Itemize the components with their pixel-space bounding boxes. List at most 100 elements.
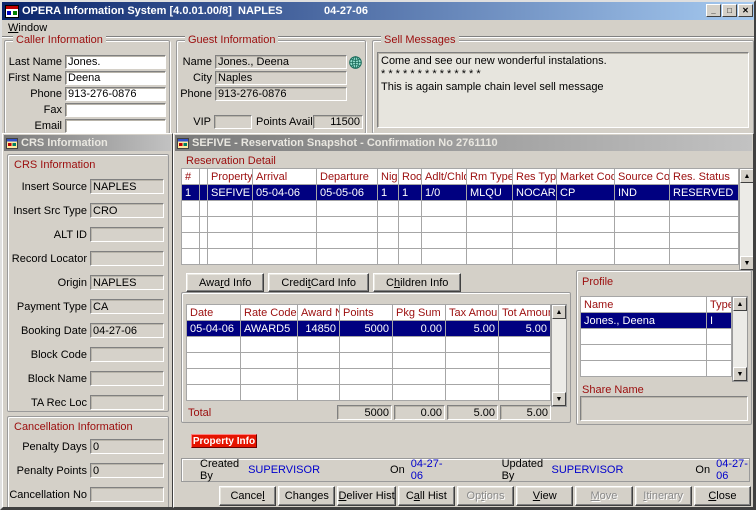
column-header: Adlt/Chld	[422, 169, 467, 185]
options-button: Options	[457, 486, 514, 506]
scroll-up-icon[interactable]: ▲	[740, 169, 754, 183]
reservation-row-selected[interactable]: 1 SEFIVE 05-04-06 05-05-06 1 1 1/0 MLQU …	[182, 185, 739, 201]
close-icon[interactable]: ✕	[738, 4, 753, 17]
guest-name-field[interactable]	[215, 55, 347, 69]
column-header: Roon	[399, 169, 422, 185]
cell: 5.00	[499, 321, 551, 337]
cancellation-information-box: Cancellation Information Penalty Days Pe…	[7, 416, 169, 508]
deliver-hist-button[interactable]: Deliver Hist	[337, 486, 395, 506]
origin-label: Origin	[8, 277, 90, 289]
total-label: Total	[188, 407, 211, 419]
profile-header-row: Name Type	[581, 297, 732, 313]
column-header: Date	[187, 305, 241, 321]
column-header: Pkg Sum	[393, 305, 446, 321]
share-name-box	[580, 396, 748, 421]
scroll-up-icon[interactable]: ▲	[552, 305, 566, 319]
scroll-down-icon[interactable]: ▼	[733, 367, 747, 381]
payment-type-field[interactable]	[90, 299, 164, 314]
column-header: Night	[378, 169, 399, 185]
updated-on-label: On	[695, 464, 710, 476]
menu-window[interactable]: Window	[2, 21, 53, 35]
form-icon	[177, 138, 189, 149]
column-header: Rm Type	[467, 169, 513, 185]
tab-children-info[interactable]: Children Info	[373, 273, 461, 292]
close-button[interactable]: Close	[694, 486, 751, 506]
points-avail-field[interactable]	[313, 115, 363, 129]
scrollbar-track[interactable]	[740, 183, 754, 256]
alt-id-field[interactable]	[90, 227, 164, 242]
email-field[interactable]	[65, 119, 166, 133]
changes-button[interactable]: Changes	[278, 486, 335, 506]
booking-date-field[interactable]	[90, 323, 164, 338]
profile-scrollbar[interactable]: ▲ ▼	[732, 296, 748, 382]
vip-field[interactable]	[214, 115, 252, 129]
scroll-down-icon[interactable]: ▼	[552, 392, 566, 406]
total-tot-amount-field	[500, 405, 551, 420]
award-scrollbar[interactable]: ▲ ▼	[551, 304, 567, 407]
empty-row	[581, 361, 732, 377]
created-on-value: 04-27-06	[411, 458, 444, 482]
column-header: Tax Amount	[446, 305, 499, 321]
fax-field[interactable]	[65, 103, 166, 117]
block-code-field[interactable]	[90, 347, 164, 362]
menu-bar: Window	[2, 20, 754, 37]
column-header: Tot Amount	[499, 305, 551, 321]
points-avail-label: Points Avail	[256, 116, 313, 128]
maximize-icon[interactable]: □	[722, 4, 737, 17]
origin-field[interactable]	[90, 275, 164, 290]
insert-source-field[interactable]	[90, 179, 164, 194]
last-name-field[interactable]	[65, 55, 166, 69]
property-info-button[interactable]: Property Info	[191, 434, 257, 448]
ta-rec-loc-field[interactable]	[90, 395, 164, 410]
property-name: NAPLES	[238, 5, 283, 17]
payment-type-label: Payment Type	[8, 301, 90, 313]
detail-scrollbar[interactable]: ▲ ▼	[739, 168, 754, 271]
scroll-up-icon[interactable]: ▲	[733, 297, 747, 311]
insert-src-type-field[interactable]	[90, 203, 164, 218]
cell: 05-04-06	[253, 185, 317, 201]
snapshot-window-title: SEFIVE - Reservation Snapshot - Confirma…	[192, 137, 498, 149]
view-button[interactable]: View	[516, 486, 573, 506]
city-field[interactable]	[215, 71, 347, 85]
cancel-button[interactable]: Cancel	[219, 486, 276, 506]
cancellation-no-field[interactable]	[90, 487, 164, 502]
fax-label: Fax	[7, 104, 65, 116]
caller-phone-field[interactable]	[65, 87, 166, 101]
move-button: Move	[575, 486, 632, 506]
guest-phone-field[interactable]	[215, 87, 347, 101]
cell: 05-05-06	[317, 185, 378, 201]
award-info-panel: Date Rate Code Award No Points Pkg Sum T…	[181, 292, 571, 423]
cell: 1/0	[422, 185, 467, 201]
scrollbar-track[interactable]	[733, 311, 747, 367]
sell-messages-group: Sell Messages Come and see our new wonde…	[372, 40, 754, 134]
record-locator-field[interactable]	[90, 251, 164, 266]
city-label: City	[179, 72, 215, 84]
total-points-field	[337, 405, 392, 420]
scrollbar-track[interactable]	[552, 319, 566, 392]
first-name-field[interactable]	[65, 71, 166, 85]
crs-fields-box: CRS Information Insert Source Insert Src…	[7, 154, 169, 412]
call-hist-button[interactable]: Call Hist	[398, 486, 455, 506]
opera-app-icon	[5, 5, 19, 18]
scroll-down-icon[interactable]: ▼	[740, 256, 754, 270]
form-icon	[6, 138, 18, 149]
cell: 1	[399, 185, 422, 201]
minimize-icon[interactable]: _	[706, 4, 721, 17]
globe-icon[interactable]	[349, 56, 362, 69]
cell: RESERVED	[670, 185, 739, 201]
profile-row-selected[interactable]: Jones., Deena I	[581, 313, 732, 329]
total-tax-amount-field	[447, 405, 498, 420]
crs-information-window: CRS Information CRS Information Insert S…	[2, 133, 173, 508]
award-row-selected[interactable]: 05-04-06 AWARD5 14850 5000 0.00 5.00 5.0…	[187, 321, 551, 337]
tab-award-info[interactable]: Award Info	[186, 273, 264, 292]
tab-credit-card-info[interactable]: Credit Card Info	[268, 273, 369, 292]
sell-messages-title: Sell Messages	[381, 34, 459, 46]
empty-row	[581, 329, 732, 345]
penalty-days-field[interactable]	[90, 439, 164, 454]
penalty-days-label: Penalty Days	[8, 441, 90, 453]
updated-by-label: Updated By	[502, 458, 545, 482]
block-name-field[interactable]	[90, 371, 164, 386]
caller-information-group: Caller Information Last Name First Name …	[4, 40, 170, 134]
penalty-points-field[interactable]	[90, 463, 164, 478]
column-header: Res. Status	[670, 169, 739, 185]
